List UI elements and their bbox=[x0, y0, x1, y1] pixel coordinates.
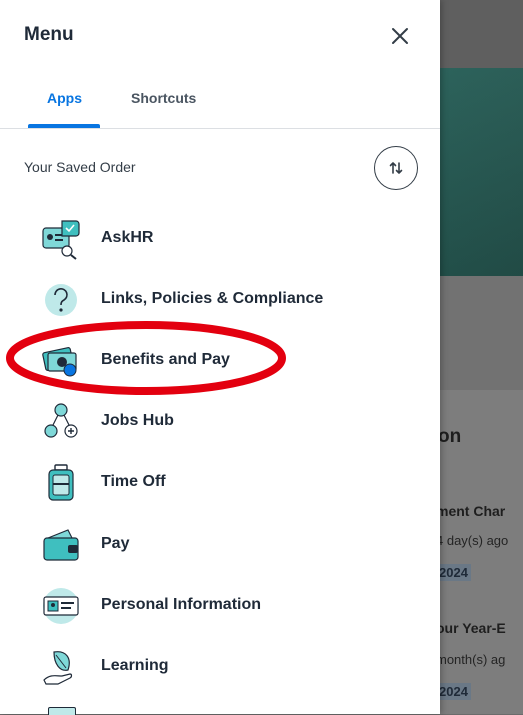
people-network-icon bbox=[44, 403, 78, 438]
app-label: Time Off bbox=[101, 473, 166, 490]
saved-order-label: Your Saved Order bbox=[24, 159, 136, 175]
app-item-links-policies-compliance[interactable]: Links, Policies & Compliance bbox=[0, 275, 440, 323]
background-item-meta: month(s) ag bbox=[436, 652, 506, 667]
background-item-date: 2024 bbox=[436, 564, 471, 581]
app-label: Links, Policies & Compliance bbox=[101, 290, 324, 307]
menu-panel: Menu Apps Shortcuts Your Saved Order Ask… bbox=[0, 0, 440, 715]
sort-arrows-icon bbox=[389, 162, 403, 174]
question-mark-icon bbox=[45, 284, 77, 316]
app-item-jobs-hub[interactable]: Jobs Hub bbox=[0, 397, 440, 445]
close-icon bbox=[392, 28, 408, 44]
background-item-date: 2024 bbox=[436, 683, 471, 700]
reorder-button[interactable] bbox=[374, 146, 418, 190]
tab-apps[interactable]: Apps bbox=[47, 90, 82, 106]
app-label: Pay bbox=[101, 535, 130, 552]
active-tab-indicator bbox=[28, 124, 100, 128]
hand-leaf-icon bbox=[43, 651, 73, 685]
menu-tabs: Apps Shortcuts bbox=[0, 80, 440, 129]
wallet-icon bbox=[43, 529, 79, 561]
app-label: Personal Information bbox=[101, 596, 262, 613]
app-item-pay[interactable]: Pay bbox=[0, 520, 440, 568]
money-icon bbox=[42, 347, 77, 377]
app-item-benefits-and-pay[interactable]: Benefits and Pay bbox=[0, 336, 440, 384]
app-label: AskHR bbox=[101, 229, 154, 246]
background-item-title: ment Char bbox=[436, 503, 506, 519]
close-button[interactable] bbox=[384, 20, 416, 52]
app-item-askhr[interactable]: AskHR bbox=[0, 214, 440, 262]
app-label: Jobs Hub bbox=[101, 412, 174, 429]
app-label: Benefits and Pay bbox=[101, 351, 230, 368]
tab-shortcuts[interactable]: Shortcuts bbox=[131, 90, 196, 106]
luggage-icon bbox=[48, 464, 74, 501]
askhr-chat-icon bbox=[42, 220, 80, 260]
background-item-title: our Year-E bbox=[436, 620, 506, 636]
menu-title: Menu bbox=[24, 24, 74, 45]
app-item-learning[interactable]: Learning bbox=[0, 642, 440, 690]
app-item-time-off[interactable]: Time Off bbox=[0, 458, 440, 506]
background-item-meta: 4 day(s) ago bbox=[436, 533, 509, 548]
app-label: Learning bbox=[101, 657, 169, 674]
app-item-personal-information[interactable]: Personal Information bbox=[0, 581, 440, 629]
id-card-icon bbox=[43, 588, 79, 624]
background-section-heading: on bbox=[438, 426, 462, 447]
